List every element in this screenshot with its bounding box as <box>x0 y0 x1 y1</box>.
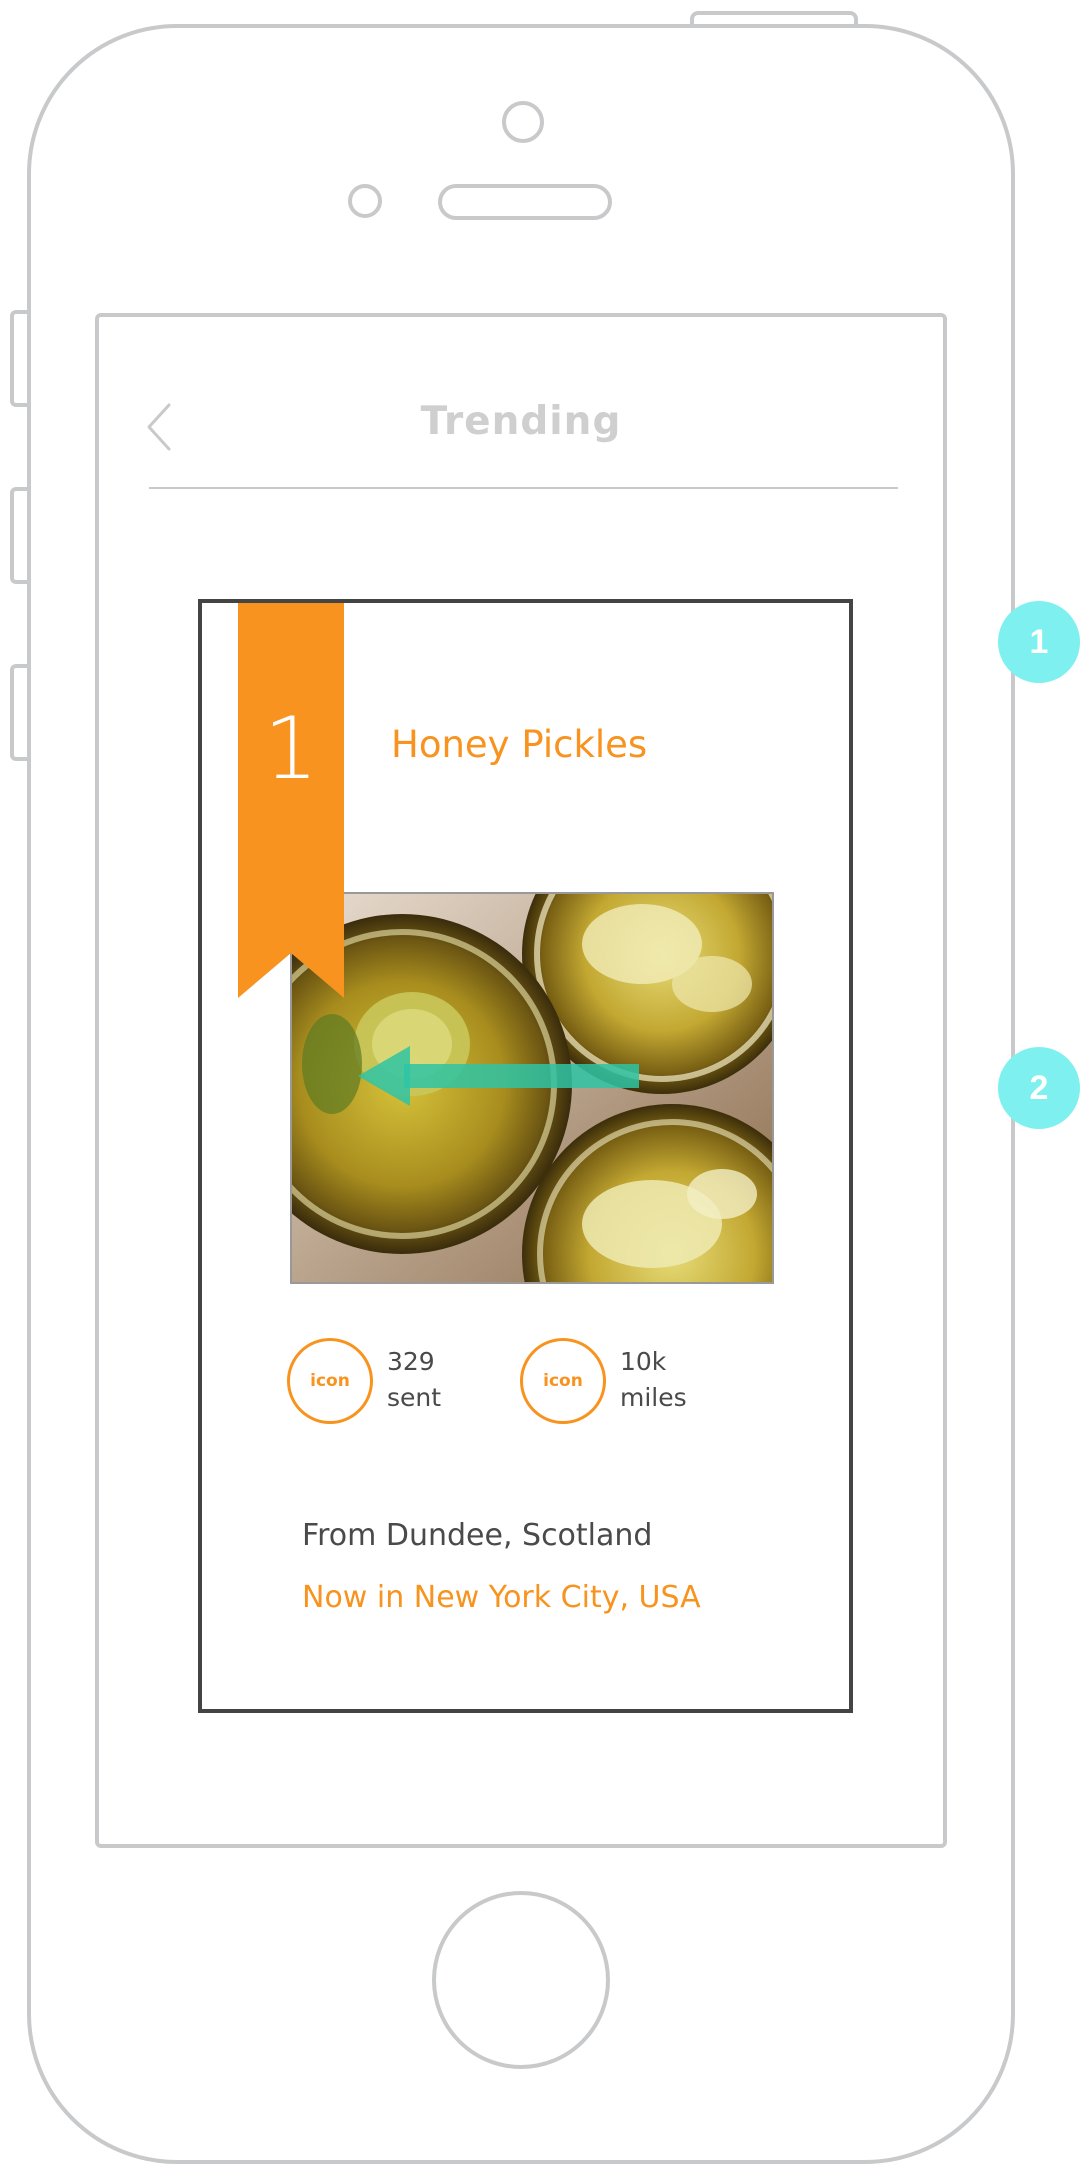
item-title: Honey Pickles <box>391 723 648 766</box>
rank-ribbon: 1 <box>238 603 344 998</box>
miles-icon: icon <box>520 1338 606 1424</box>
stat-sent-text: 329 sent <box>387 1344 441 1416</box>
sent-icon: icon <box>287 1338 373 1424</box>
trending-card[interactable]: 1 Honey Pickles icon 329 sent icon 10k m… <box>198 599 853 1713</box>
navigation-bar: Trending <box>99 317 943 492</box>
origin-location: From Dundee, Scotland <box>302 1518 653 1553</box>
nav-divider <box>149 487 898 489</box>
annotation-marker-1: 1 <box>998 601 1080 683</box>
annotation-marker-2: 2 <box>998 1047 1080 1129</box>
phone-screen: Trending 1 Honey Pickles icon 329 sent i… <box>95 313 947 1848</box>
stat-miles-value: 10k <box>620 1347 667 1376</box>
rank-number: 1 <box>263 699 319 799</box>
page-title: Trending <box>420 399 622 444</box>
stat-miles-unit: miles <box>620 1383 687 1412</box>
stat-sent-unit: sent <box>387 1383 442 1412</box>
proximity-sensor <box>348 184 382 218</box>
stat-miles-text: 10k miles <box>620 1344 687 1416</box>
swipe-left-arrow-icon <box>358 1046 639 1106</box>
stat-sent-value: 329 <box>387 1347 435 1376</box>
front-camera <box>502 101 544 143</box>
home-button[interactable] <box>432 1891 610 2069</box>
current-location: Now in New York City, USA <box>302 1580 701 1615</box>
earpiece-speaker <box>438 184 612 220</box>
